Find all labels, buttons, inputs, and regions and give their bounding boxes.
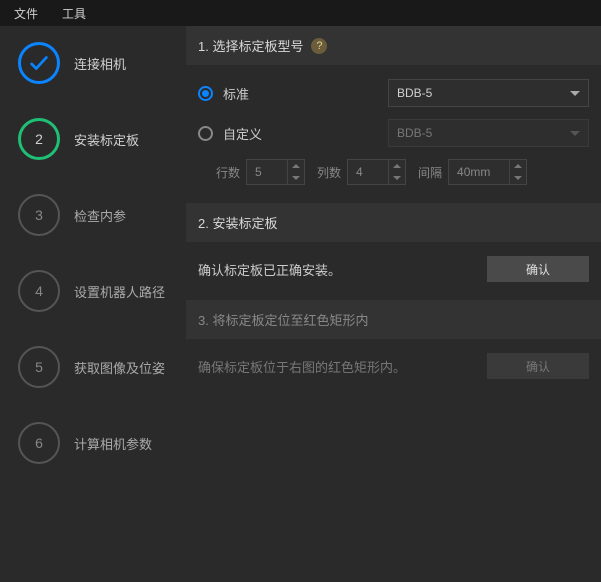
step-4-num: 4 <box>18 270 60 312</box>
radio-standard[interactable]: 标准 <box>198 84 378 103</box>
radio-icon <box>198 126 213 141</box>
section-2-panel: 确认标定板已正确安装。 确认 <box>186 242 601 300</box>
chevron-down-icon <box>570 131 580 136</box>
step-5[interactable]: 5 获取图像及位姿 <box>8 346 178 388</box>
cols-up <box>389 160 405 172</box>
section-2-text: 确认标定板已正确安装。 <box>198 260 341 279</box>
cols-label: 列数 <box>317 164 341 181</box>
check-icon <box>18 42 60 84</box>
step-1[interactable]: 连接相机 <box>8 42 178 84</box>
spacing-down <box>510 172 526 184</box>
step-6-num: 6 <box>18 422 60 464</box>
cols-input: 4 <box>347 159 406 185</box>
step-1-label: 连接相机 <box>74 54 126 73</box>
rows-label: 行数 <box>216 164 240 181</box>
step-5-num: 5 <box>18 346 60 388</box>
menubar: 文件 工具 <box>0 0 601 26</box>
sidebar: 连接相机 2 安装标定板 3 检查内参 4 设置机器人路径 5 获取图像及位姿 … <box>0 26 186 582</box>
content-panel: 1. 选择标定板型号 ? 标准 BDB-5 自定义 B <box>186 26 601 582</box>
section-3-title: 3. 将标定板定位至红色矩形内 <box>198 310 368 329</box>
select-standard[interactable]: BDB-5 <box>388 79 589 107</box>
menu-tools[interactable]: 工具 <box>52 1 96 26</box>
section-3-text: 确保标定板位于右图的红色矩形内。 <box>198 357 406 376</box>
step-4-label: 设置机器人路径 <box>74 282 165 301</box>
step-3-label: 检查内参 <box>74 206 126 225</box>
spacing-up <box>510 160 526 172</box>
spacing-value: 40mm <box>449 165 509 179</box>
radio-custom[interactable]: 自定义 <box>198 124 378 143</box>
section-3-header: 3. 将标定板定位至红色矩形内 <box>186 300 601 339</box>
rows-down <box>288 172 304 184</box>
spacing-label: 间隔 <box>418 164 442 181</box>
radio-custom-label: 自定义 <box>223 124 262 143</box>
chevron-down-icon <box>570 91 580 96</box>
section-1-title: 1. 选择标定板型号 <box>198 36 303 55</box>
rows-input: 5 <box>246 159 305 185</box>
radio-standard-label: 标准 <box>223 84 249 103</box>
step-2-label: 安装标定板 <box>74 130 139 149</box>
confirm-button-3: 确认 <box>487 353 589 379</box>
cols-value: 4 <box>348 165 388 179</box>
select-custom: BDB-5 <box>388 119 589 147</box>
section-1-header: 1. 选择标定板型号 ? <box>186 26 601 65</box>
section-2-title: 2. 安装标定板 <box>198 213 277 232</box>
menu-file[interactable]: 文件 <box>4 1 48 26</box>
step-3-num: 3 <box>18 194 60 236</box>
cols-down <box>389 172 405 184</box>
confirm-button-2[interactable]: 确认 <box>487 256 589 282</box>
step-3[interactable]: 3 检查内参 <box>8 194 178 236</box>
step-5-label: 获取图像及位姿 <box>74 358 165 377</box>
step-4[interactable]: 4 设置机器人路径 <box>8 270 178 312</box>
select-standard-value: BDB-5 <box>397 86 432 100</box>
section-3-panel: 确保标定板位于右图的红色矩形内。 确认 <box>186 339 601 397</box>
section-1-panel: 标准 BDB-5 自定义 BDB-5 行数 <box>186 65 601 203</box>
help-icon[interactable]: ? <box>311 38 327 54</box>
select-custom-value: BDB-5 <box>397 126 432 140</box>
rows-up <box>288 160 304 172</box>
spacing-input: 40mm <box>448 159 527 185</box>
radio-icon <box>198 86 213 101</box>
section-2-header: 2. 安装标定板 <box>186 203 601 242</box>
rows-value: 5 <box>247 165 287 179</box>
step-6[interactable]: 6 计算相机参数 <box>8 422 178 464</box>
step-2[interactable]: 2 安装标定板 <box>8 118 178 160</box>
step-6-label: 计算相机参数 <box>74 434 152 453</box>
step-2-num: 2 <box>18 118 60 160</box>
